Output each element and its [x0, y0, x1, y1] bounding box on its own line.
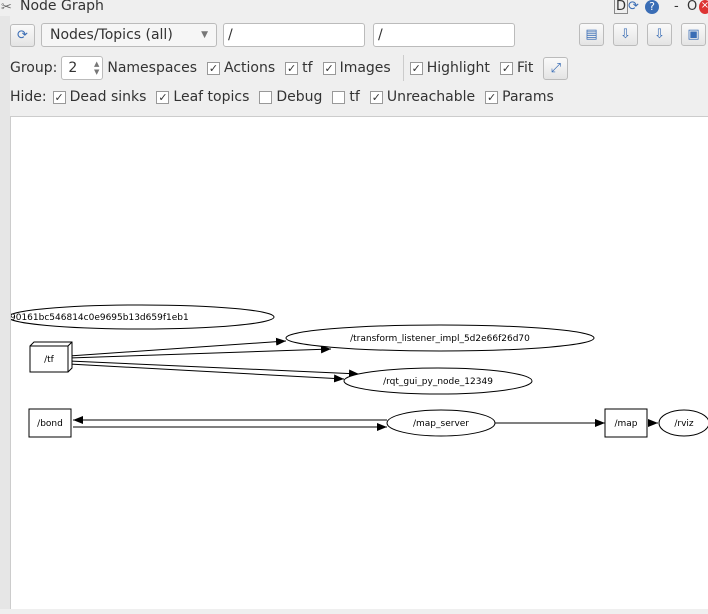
- checkbox-label: Fit: [516, 60, 534, 76]
- checkbox-label: tf: [349, 89, 360, 105]
- refresh-button[interactable]: ⟳: [10, 23, 35, 47]
- edge-tf-tl[interactable]: [68, 337, 287, 357]
- title-bar: ✂ Node Graph D ⟳ ? - O ×: [0, 0, 708, 16]
- node-label: 90161bc546814c0e9695b13d659f1eb1: [11, 313, 189, 323]
- minimize-button[interactable]: -: [674, 0, 679, 14]
- checkbox-icon: ✓: [485, 90, 499, 104]
- params-checkbox[interactable]: ✓ Params: [485, 89, 554, 105]
- checkbox-label: Highlight: [426, 60, 490, 76]
- node-label: /bond: [37, 419, 63, 429]
- save-image-button[interactable]: ▣: [681, 23, 706, 46]
- namespaces-label: Namespaces: [107, 60, 198, 76]
- graph-svg[interactable]: 90161bc546814c0e9695b13d659f1eb1/transfo…: [7, 117, 708, 610]
- help-icon[interactable]: ?: [645, 0, 659, 14]
- save-dot-button[interactable]: ⇩: [613, 23, 638, 46]
- hide-tf-checkbox[interactable]: tf: [332, 89, 360, 105]
- leaf-topics-checkbox[interactable]: ✓ Leaf topics: [156, 89, 249, 105]
- checkbox-label: Debug: [276, 89, 323, 105]
- topic-filter-input[interactable]: /: [373, 23, 515, 47]
- node-label: /transform_listener_impl_5d2e66f26d70: [350, 334, 530, 344]
- fit-icon: ⤢: [550, 60, 562, 76]
- image-icon: ▣: [687, 27, 700, 42]
- tf-checkbox[interactable]: ✓ tf: [285, 60, 313, 76]
- separator: [402, 55, 404, 81]
- spin-arrows-icon[interactable]: ▲ ▼: [94, 60, 99, 76]
- node-label: /map_server: [413, 419, 469, 429]
- checkbox-icon: [332, 90, 346, 104]
- checkbox-label: tf: [302, 60, 313, 76]
- load-dot-button[interactable]: ▤: [579, 23, 604, 46]
- chevron-down-icon: ▼: [201, 30, 208, 40]
- fit-checkbox[interactable]: ✓ Fit: [499, 60, 534, 76]
- refresh-icon: ⟳: [17, 27, 28, 43]
- checkbox-icon: ✓: [409, 61, 423, 75]
- checkbox-label: Leaf topics: [173, 89, 250, 105]
- reload-icon[interactable]: ⟳: [628, 0, 639, 14]
- group-label: Group:: [10, 60, 58, 76]
- left-dock-edge: [0, 16, 10, 609]
- close-icon[interactable]: ×: [699, 0, 708, 14]
- checkbox-icon: ✓: [285, 61, 299, 75]
- checkbox-label: Params: [502, 89, 554, 105]
- graph-canvas[interactable]: 90161bc546814c0e9695b13d659f1eb1/transfo…: [7, 116, 708, 610]
- images-checkbox[interactable]: ✓ Images: [322, 60, 391, 76]
- debug-checkbox[interactable]: Debug: [259, 89, 322, 105]
- checkbox-icon: ✓: [52, 90, 66, 104]
- restore-button[interactable]: O: [687, 0, 697, 14]
- checkbox-icon: ✓: [499, 61, 513, 75]
- checkbox-label: Images: [339, 60, 391, 76]
- save-icon: ⇩: [654, 27, 665, 42]
- folder-icon: ▤: [585, 27, 598, 42]
- dock-button[interactable]: D: [614, 0, 629, 14]
- fit-view-button[interactable]: ⤢: [543, 56, 569, 80]
- checkbox-icon: ✓: [322, 61, 336, 75]
- checkbox-label: Dead sinks: [69, 89, 147, 105]
- tools-icon: ✂: [1, 0, 12, 15]
- window-title: Node Graph: [20, 0, 104, 14]
- actions-checkbox[interactable]: ✓ Actions: [207, 60, 275, 76]
- view-mode-value: Nodes/Topics (all): [50, 27, 173, 43]
- checkbox-icon: [259, 90, 273, 104]
- node-label: /map: [614, 419, 637, 429]
- checkbox-icon: ✓: [207, 61, 221, 75]
- unreachable-checkbox[interactable]: ✓ Unreachable: [369, 89, 476, 105]
- namespace-filter-input[interactable]: /: [223, 23, 365, 47]
- checkbox-icon: ✓: [156, 90, 170, 104]
- node-label: /rviz: [674, 419, 694, 429]
- group-spinbox[interactable]: 2 ▲ ▼: [61, 56, 104, 80]
- checkbox-label: Actions: [224, 60, 276, 76]
- save-svg-button[interactable]: ⇩: [647, 23, 672, 46]
- save-icon: ⇩: [620, 27, 631, 42]
- checkbox-label: Unreachable: [386, 89, 476, 105]
- node-label: /tf: [44, 355, 55, 365]
- highlight-checkbox[interactable]: ✓ Highlight: [409, 60, 490, 76]
- hide-label: Hide:: [10, 89, 47, 105]
- checkbox-icon: ✓: [369, 90, 383, 104]
- view-mode-select[interactable]: Nodes/Topics (all) ▼: [41, 23, 217, 47]
- group-value: 2: [68, 60, 78, 76]
- node-label: /rqt_gui_py_node_12349: [383, 377, 493, 387]
- dead-sinks-checkbox[interactable]: ✓ Dead sinks: [52, 89, 147, 105]
